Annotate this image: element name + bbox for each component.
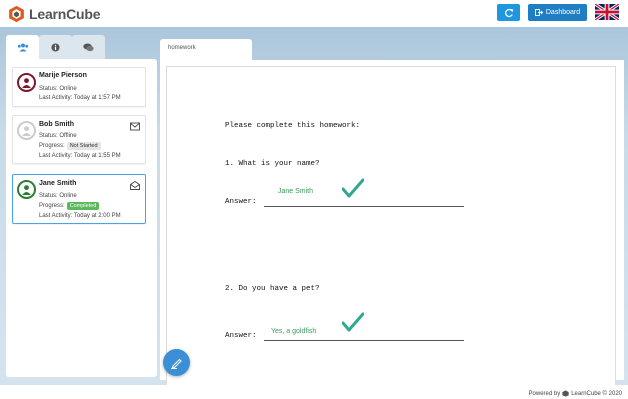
user-icon bbox=[22, 126, 31, 136]
avatar bbox=[17, 121, 36, 140]
student-card-bob[interactable]: Bob Smith Status: Offline Progress: Not S… bbox=[12, 115, 146, 164]
chat-icon bbox=[83, 43, 94, 51]
student-progress: Progress: Completed bbox=[39, 202, 100, 210]
footer: Powered by LearnCube © 2020 bbox=[0, 385, 628, 399]
powered-by-text: Powered by bbox=[528, 390, 561, 397]
user-icon bbox=[22, 185, 31, 195]
answer-1-text: Jane Smith bbox=[278, 188, 314, 195]
tab-chat[interactable] bbox=[72, 35, 105, 59]
tab-students[interactable] bbox=[6, 35, 39, 59]
sidebar-tabs bbox=[3, 35, 157, 59]
check-icon bbox=[342, 312, 364, 332]
refresh-icon bbox=[504, 8, 513, 17]
student-activity: Last Activity: Today at 1:57 PM bbox=[39, 95, 121, 101]
info-icon bbox=[51, 42, 60, 52]
student-activity: Last Activity: Today at 1:55 PM bbox=[39, 153, 121, 159]
logo-text: LearnCube bbox=[29, 5, 101, 22]
learncube-logo[interactable]: LearnCube bbox=[8, 4, 101, 23]
dashboard-button[interactable]: Dashboard bbox=[528, 4, 587, 21]
question-1: 1. What is your name? bbox=[225, 160, 320, 168]
answer-1-line bbox=[264, 206, 464, 207]
student-card-marije[interactable]: Marije Pierson Status: Online Last Activ… bbox=[12, 67, 146, 107]
avatar bbox=[17, 73, 36, 92]
envelope-icon[interactable] bbox=[130, 122, 140, 131]
answer-2-label: Answer: bbox=[225, 332, 257, 340]
uk-flag-icon[interactable] bbox=[595, 4, 619, 20]
learncube-small-icon bbox=[562, 390, 569, 397]
status-badge: Completed bbox=[66, 202, 100, 210]
envelope-open-icon[interactable] bbox=[130, 181, 140, 190]
student-progress: Progress: Not Started bbox=[39, 142, 101, 150]
annotate-button[interactable] bbox=[163, 349, 190, 376]
tab-info[interactable] bbox=[39, 35, 72, 59]
answer-2-text: Yes, a goldfish bbox=[271, 328, 317, 335]
student-status: Status: Online bbox=[39, 86, 77, 92]
student-status: Status: Online bbox=[39, 193, 77, 199]
user-icon bbox=[22, 78, 31, 88]
student-status: Status: Offline bbox=[39, 133, 77, 139]
footer-credit: Powered by LearnCube © 2020 bbox=[529, 390, 622, 397]
student-name: Marije Pierson bbox=[39, 72, 87, 79]
homework-instruction: Please complete this homework: bbox=[225, 122, 361, 130]
student-name: Jane Smith bbox=[39, 180, 77, 187]
users-icon bbox=[17, 43, 28, 51]
avatar bbox=[17, 180, 36, 199]
pen-icon bbox=[171, 358, 182, 369]
progress-label: Progress: bbox=[39, 203, 65, 209]
learncube-logo-icon bbox=[9, 5, 24, 22]
sign-out-icon bbox=[534, 9, 543, 16]
progress-label: Progress: bbox=[39, 143, 65, 149]
status-badge: Not Started bbox=[66, 142, 101, 150]
refresh-button[interactable] bbox=[497, 4, 520, 21]
student-card-jane[interactable]: Jane Smith Status: Online Progress: Compl… bbox=[12, 174, 146, 224]
student-activity: Last Activity: Today at 2:00 PM bbox=[39, 213, 121, 219]
question-2: 2. Do you have a pet? bbox=[225, 285, 320, 293]
answer-1-label: Answer: bbox=[225, 198, 257, 206]
dashboard-label: Dashboard bbox=[545, 9, 581, 16]
footer-brand: LearnCube © 2020 bbox=[571, 390, 622, 397]
tab-homework[interactable]: homework bbox=[160, 39, 252, 60]
answer-2-line bbox=[264, 340, 464, 341]
check-icon bbox=[342, 178, 364, 198]
student-name: Bob Smith bbox=[39, 121, 74, 128]
top-bar: LearnCube Dashboard bbox=[0, 0, 628, 27]
